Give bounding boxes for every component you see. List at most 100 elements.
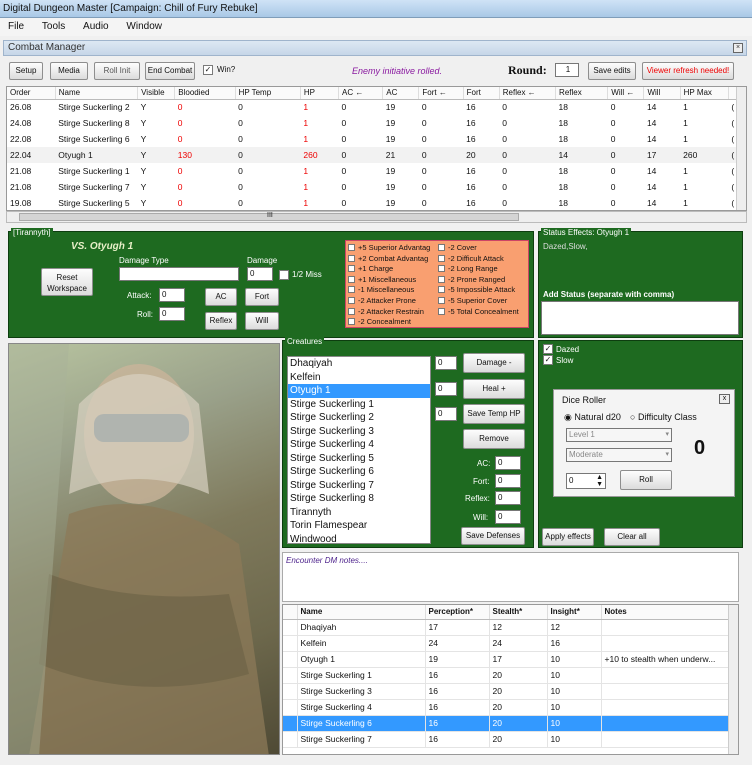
- modifier-checkbox[interactable]: -2 Attacker Restrain: [348, 307, 424, 317]
- heal-amount-input[interactable]: 0: [435, 382, 457, 396]
- roll-input[interactable]: 0: [159, 307, 185, 321]
- menu-audio[interactable]: Audio: [83, 21, 109, 32]
- initiative-scrollbar[interactable]: [736, 87, 746, 210]
- init-column-header[interactable]: AC ←: [338, 87, 384, 100]
- init-column-header[interactable]: AC: [382, 87, 420, 100]
- setup-button[interactable]: Setup: [9, 62, 43, 80]
- modifier-checkbox[interactable]: -1 Miscellaneous: [348, 285, 414, 295]
- init-column-header[interactable]: Will: [643, 87, 681, 100]
- modifier-checkbox[interactable]: +1 Miscellaneous: [348, 275, 416, 285]
- creatures-list[interactable]: Dhaqiyah Kelfein Otyugh 1 Stirge Suckerling…: [287, 356, 431, 547]
- apply-effects-button[interactable]: Apply effects: [542, 528, 594, 546]
- init-table-row[interactable]: 21.08 Stirge Suckerling 7 Y 0 0 1 0 19 0 16 0 18 0 14…: [7, 179, 742, 195]
- vs-ac-button[interactable]: AC: [205, 288, 237, 306]
- damage-amount-input[interactable]: 0: [435, 356, 457, 370]
- damage-type-input[interactable]: [119, 267, 239, 281]
- half-miss-checkbox[interactable]: [279, 270, 289, 280]
- creature-list-item[interactable]: Stirge Suckerling 3: [288, 425, 430, 439]
- skills-column-header[interactable]: Notes: [601, 605, 731, 620]
- modifier-checkbox[interactable]: +5 Superior Advantag: [348, 243, 430, 253]
- difficulty-class-radio[interactable]: ○ Difficulty Class: [630, 412, 697, 422]
- dice-close-icon[interactable]: x: [719, 394, 730, 404]
- init-column-header[interactable]: Reflex ←: [499, 87, 557, 100]
- modifier-checkbox[interactable]: -2 Difficult Attack: [438, 254, 504, 264]
- init-column-header[interactable]: Will ←: [607, 87, 645, 100]
- modifier-checkbox[interactable]: +1 Charge: [348, 264, 393, 274]
- init-column-header[interactable]: Order: [7, 87, 56, 100]
- skills-table-row[interactable]: Otyugh 1 19 17 10 +10 to stealth when underw…: [283, 651, 731, 668]
- init-column-header[interactable]: Visible: [137, 87, 176, 100]
- skills-scrollbar[interactable]: [728, 605, 738, 754]
- modifier-checkbox[interactable]: -2 Attacker Prone: [348, 296, 416, 306]
- save-defenses-button[interactable]: Save Defenses: [461, 527, 525, 545]
- slow-checkbox[interactable]: ✓: [543, 355, 553, 365]
- add-status-input[interactable]: [541, 301, 739, 335]
- remove-creature-button[interactable]: Remove: [463, 429, 525, 449]
- skills-table[interactable]: Name Perception* Stealth* Insight* Notes Dhaq…: [282, 604, 739, 755]
- skills-column-header[interactable]: Insight*: [547, 605, 602, 620]
- creature-list-item[interactable]: Torin Flamespear: [288, 519, 430, 533]
- vs-fort-button[interactable]: Fort: [245, 288, 279, 306]
- init-table-row[interactable]: 19.08 Stirge Suckerling 5 Y 0 0 1 0 19 0 16 0 18 0 14…: [7, 195, 742, 210]
- dm-notes-input[interactable]: Encounter DM notes....: [282, 552, 739, 602]
- menu-window[interactable]: Window: [126, 21, 162, 32]
- creature-list-item[interactable]: Stirge Suckerling 5: [288, 452, 430, 466]
- creature-list-item[interactable]: Stirge Suckerling 6: [288, 465, 430, 479]
- skills-table-row[interactable]: Stirge Suckerling 6 16 20 10: [283, 715, 731, 732]
- damage-button[interactable]: Damage -: [463, 353, 525, 373]
- skills-table-row[interactable]: Stirge Suckerling 7 16 20 10: [283, 731, 731, 748]
- save-temp-hp-button[interactable]: Save Temp HP: [463, 404, 525, 424]
- modifier-checkbox[interactable]: -5 Total Concealment: [438, 307, 519, 317]
- init-column-header[interactable]: Reflex: [555, 87, 609, 100]
- skills-column-header[interactable]: Stealth*: [489, 605, 548, 620]
- menu-tools[interactable]: Tools: [42, 21, 65, 32]
- reflex-input[interactable]: 0: [495, 491, 521, 505]
- vs-will-button[interactable]: Will: [245, 312, 279, 330]
- roll-dice-button[interactable]: Roll: [620, 470, 672, 490]
- clear-all-button[interactable]: Clear all: [604, 528, 660, 546]
- level-select[interactable]: Level 1 ▾: [566, 428, 672, 442]
- skills-column-header[interactable]: Perception*: [425, 605, 490, 620]
- creature-list-item[interactable]: Dhaqiyah: [288, 357, 430, 371]
- stepper-arrows-icon[interactable]: ▲ ▼: [596, 474, 603, 488]
- menu-file[interactable]: File: [8, 21, 24, 32]
- modifier-checkbox[interactable]: -2 Long Range: [438, 264, 498, 274]
- skills-table-row[interactable]: Dhaqiyah 17 12 12: [283, 619, 731, 636]
- creature-list-item[interactable]: Otyugh 1: [288, 384, 430, 398]
- creature-list-item[interactable]: Stirge Suckerling 4: [288, 438, 430, 452]
- init-table-row[interactable]: 21.08 Stirge Suckerling 1 Y 0 0 1 0 19 0 16 0 18 0 14…: [7, 163, 742, 179]
- natural-d20-radio[interactable]: ◉ Natural d20: [564, 412, 621, 423]
- damage-input[interactable]: 0: [247, 267, 273, 281]
- initiative-horizontal-scrollbar[interactable]: III: [6, 211, 747, 223]
- temp-hp-input[interactable]: 0: [435, 407, 457, 421]
- viewer-refresh-button[interactable]: Viewer refresh needed!: [642, 62, 734, 80]
- init-table-row[interactable]: 26.08 Stirge Suckerling 2 Y 0 0 1 0 19 0 16 0 18 0 14…: [7, 99, 742, 115]
- init-column-header[interactable]: HP: [300, 87, 340, 100]
- init-column-header[interactable]: HP Temp: [235, 87, 301, 100]
- init-table-row[interactable]: 24.08 Stirge Suckerling 8 Y 0 0 1 0 19 0 16 0 18 0 14…: [7, 115, 742, 131]
- difficulty-select[interactable]: Moderate ▾: [566, 448, 672, 462]
- init-table-row[interactable]: 22.04 Otyugh 1 Y 130 0 260 0 21 0 20 0 14 0 17 260(: [7, 147, 742, 163]
- win-checkbox[interactable]: ✓: [203, 65, 213, 75]
- skills-table-row[interactable]: Stirge Suckerling 4 16 20 10: [283, 699, 731, 716]
- media-button[interactable]: Media: [50, 62, 88, 80]
- close-icon[interactable]: ×: [733, 43, 743, 53]
- init-column-header[interactable]: Fort: [463, 87, 500, 100]
- modifier-checkbox[interactable]: +2 Combat Advantag: [348, 254, 428, 264]
- creature-list-item[interactable]: Kelfein: [288, 371, 430, 385]
- skills-table-row[interactable]: Kelfein 24 24 16: [283, 635, 731, 652]
- initiative-table[interactable]: Order Name Visible Bloodied HP Temp HP AC ← AC F…: [6, 86, 747, 211]
- creature-list-item[interactable]: Stirge Suckerling 2: [288, 411, 430, 425]
- heal-button[interactable]: Heal +: [463, 379, 525, 399]
- creature-list-item[interactable]: Windwood: [288, 533, 430, 547]
- skills-table-row[interactable]: Stirge Suckerling 1 16 20 10: [283, 667, 731, 684]
- end-combat-button[interactable]: End Combat: [145, 62, 195, 80]
- vs-reflex-button[interactable]: Reflex: [205, 312, 237, 330]
- skills-column-header[interactable]: [283, 605, 298, 620]
- roll-init-button[interactable]: Roll Init: [94, 62, 140, 80]
- skills-column-header[interactable]: Name: [297, 605, 426, 620]
- ac-input[interactable]: 0: [495, 456, 521, 470]
- modifier-checkbox[interactable]: -5 Superior Cover: [438, 296, 507, 306]
- init-column-header[interactable]: Name: [55, 87, 139, 100]
- reset-workspace-button[interactable]: Reset Workspace: [41, 268, 93, 296]
